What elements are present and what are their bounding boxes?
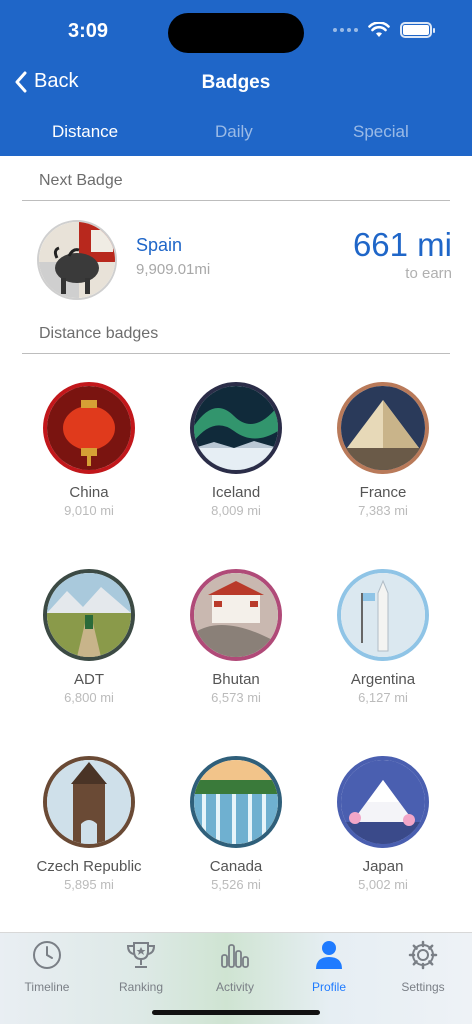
next-badge-image[interactable] <box>37 220 117 300</box>
next-badge-remaining: 661 mi <box>352 226 452 263</box>
status-icons <box>333 22 435 38</box>
home-indicator[interactable] <box>152 1010 320 1015</box>
badge-distance: 9,010 mi <box>64 503 114 518</box>
badge-name: Czech Republic <box>36 858 142 875</box>
battery-icon <box>400 22 435 38</box>
next-badge-distance: 9,909.01mi <box>136 261 211 278</box>
badge-bhutan-image <box>190 569 282 661</box>
badge-china-image <box>43 382 135 474</box>
badge-czech-republic[interactable]: Czech Republic 5,895 mi <box>14 756 164 892</box>
divider <box>22 200 450 201</box>
dynamic-island <box>168 13 304 53</box>
next-badge-caption: to earn <box>405 265 452 282</box>
badge-distance: 5,895 mi <box>64 877 114 892</box>
badge-name: Canada <box>209 858 263 875</box>
page-title: Badges <box>201 72 271 93</box>
badge-bhutan[interactable]: Bhutan 6,573 mi <box>161 569 311 705</box>
badge-name: ADT <box>74 671 104 688</box>
badge-distance: 6,573 mi <box>211 690 261 705</box>
tabbar-ranking[interactable]: Ranking <box>94 939 188 994</box>
badge-china[interactable]: China 9,010 mi <box>14 382 164 518</box>
badge-adt-image <box>43 569 135 661</box>
badge-japan-image <box>337 756 429 848</box>
nav-header: 3:09 Back Badges Distance Daily Special <box>0 0 472 156</box>
next-badge-heading: Next Badge <box>39 172 123 189</box>
badge-name: Argentina <box>350 671 416 688</box>
clock-icon <box>33 941 61 969</box>
tabbar-profile[interactable]: Profile <box>282 939 376 994</box>
tabbar-label: Settings <box>401 980 445 994</box>
tabbar-label: Ranking <box>118 980 164 994</box>
badge-name: France <box>359 484 407 501</box>
tabbar-settings[interactable]: Settings <box>376 939 470 994</box>
badge-name: China <box>69 484 109 501</box>
tab-special[interactable]: Special <box>353 122 409 142</box>
tabbar-timeline[interactable]: Timeline <box>0 939 94 994</box>
badge-distance: 6,127 mi <box>358 690 408 705</box>
badge-name: Japan <box>362 858 404 875</box>
badge-japan[interactable]: Japan 5,002 mi <box>308 756 458 892</box>
tabbar-activity[interactable]: Activity <box>188 939 282 994</box>
badge-argentina[interactable]: Argentina 6,127 mi <box>308 569 458 705</box>
tabbar-label: Timeline <box>24 980 70 994</box>
badge-adt[interactable]: ADT 6,800 mi <box>14 569 164 705</box>
badge-distance: 8,009 mi <box>211 503 261 518</box>
badge-france[interactable]: France 7,383 mi <box>308 382 458 518</box>
badge-distance: 7,383 mi <box>358 503 408 518</box>
badge-distance: 5,526 mi <box>211 877 261 892</box>
person-icon <box>316 941 342 969</box>
badge-name: Iceland <box>211 484 261 501</box>
tab-distance[interactable]: Distance <box>52 122 118 142</box>
badge-canada-image <box>190 756 282 848</box>
status-time: 3:09 <box>68 20 109 42</box>
wifi-icon <box>368 22 390 37</box>
badge-iceland[interactable]: Iceland 8,009 mi <box>161 382 311 518</box>
badge-name: Bhutan <box>212 671 260 688</box>
badge-canada[interactable]: Canada 5,526 mi <box>161 756 311 892</box>
segment-tabs: Distance Daily Special <box>0 122 472 146</box>
divider <box>22 353 450 354</box>
next-badge-name: Spain <box>136 235 183 255</box>
bar-chart-icon <box>221 944 249 968</box>
tabbar-label: Profile <box>311 980 346 994</box>
tab-daily[interactable]: Daily <box>215 122 253 142</box>
gear-icon <box>408 940 438 970</box>
trophy-icon <box>126 942 156 968</box>
badge-distance: 5,002 mi <box>358 877 408 892</box>
badge-iceland-image <box>190 382 282 474</box>
badge-france-image <box>337 382 429 474</box>
badge-czech-republic-image <box>43 756 135 848</box>
badge-distance: 6,800 mi <box>64 690 114 705</box>
distance-badges-heading: Distance badges <box>39 325 159 342</box>
badge-argentina-image <box>337 569 429 661</box>
signal-icon <box>333 28 358 32</box>
tabbar-label: Activity <box>215 980 254 994</box>
